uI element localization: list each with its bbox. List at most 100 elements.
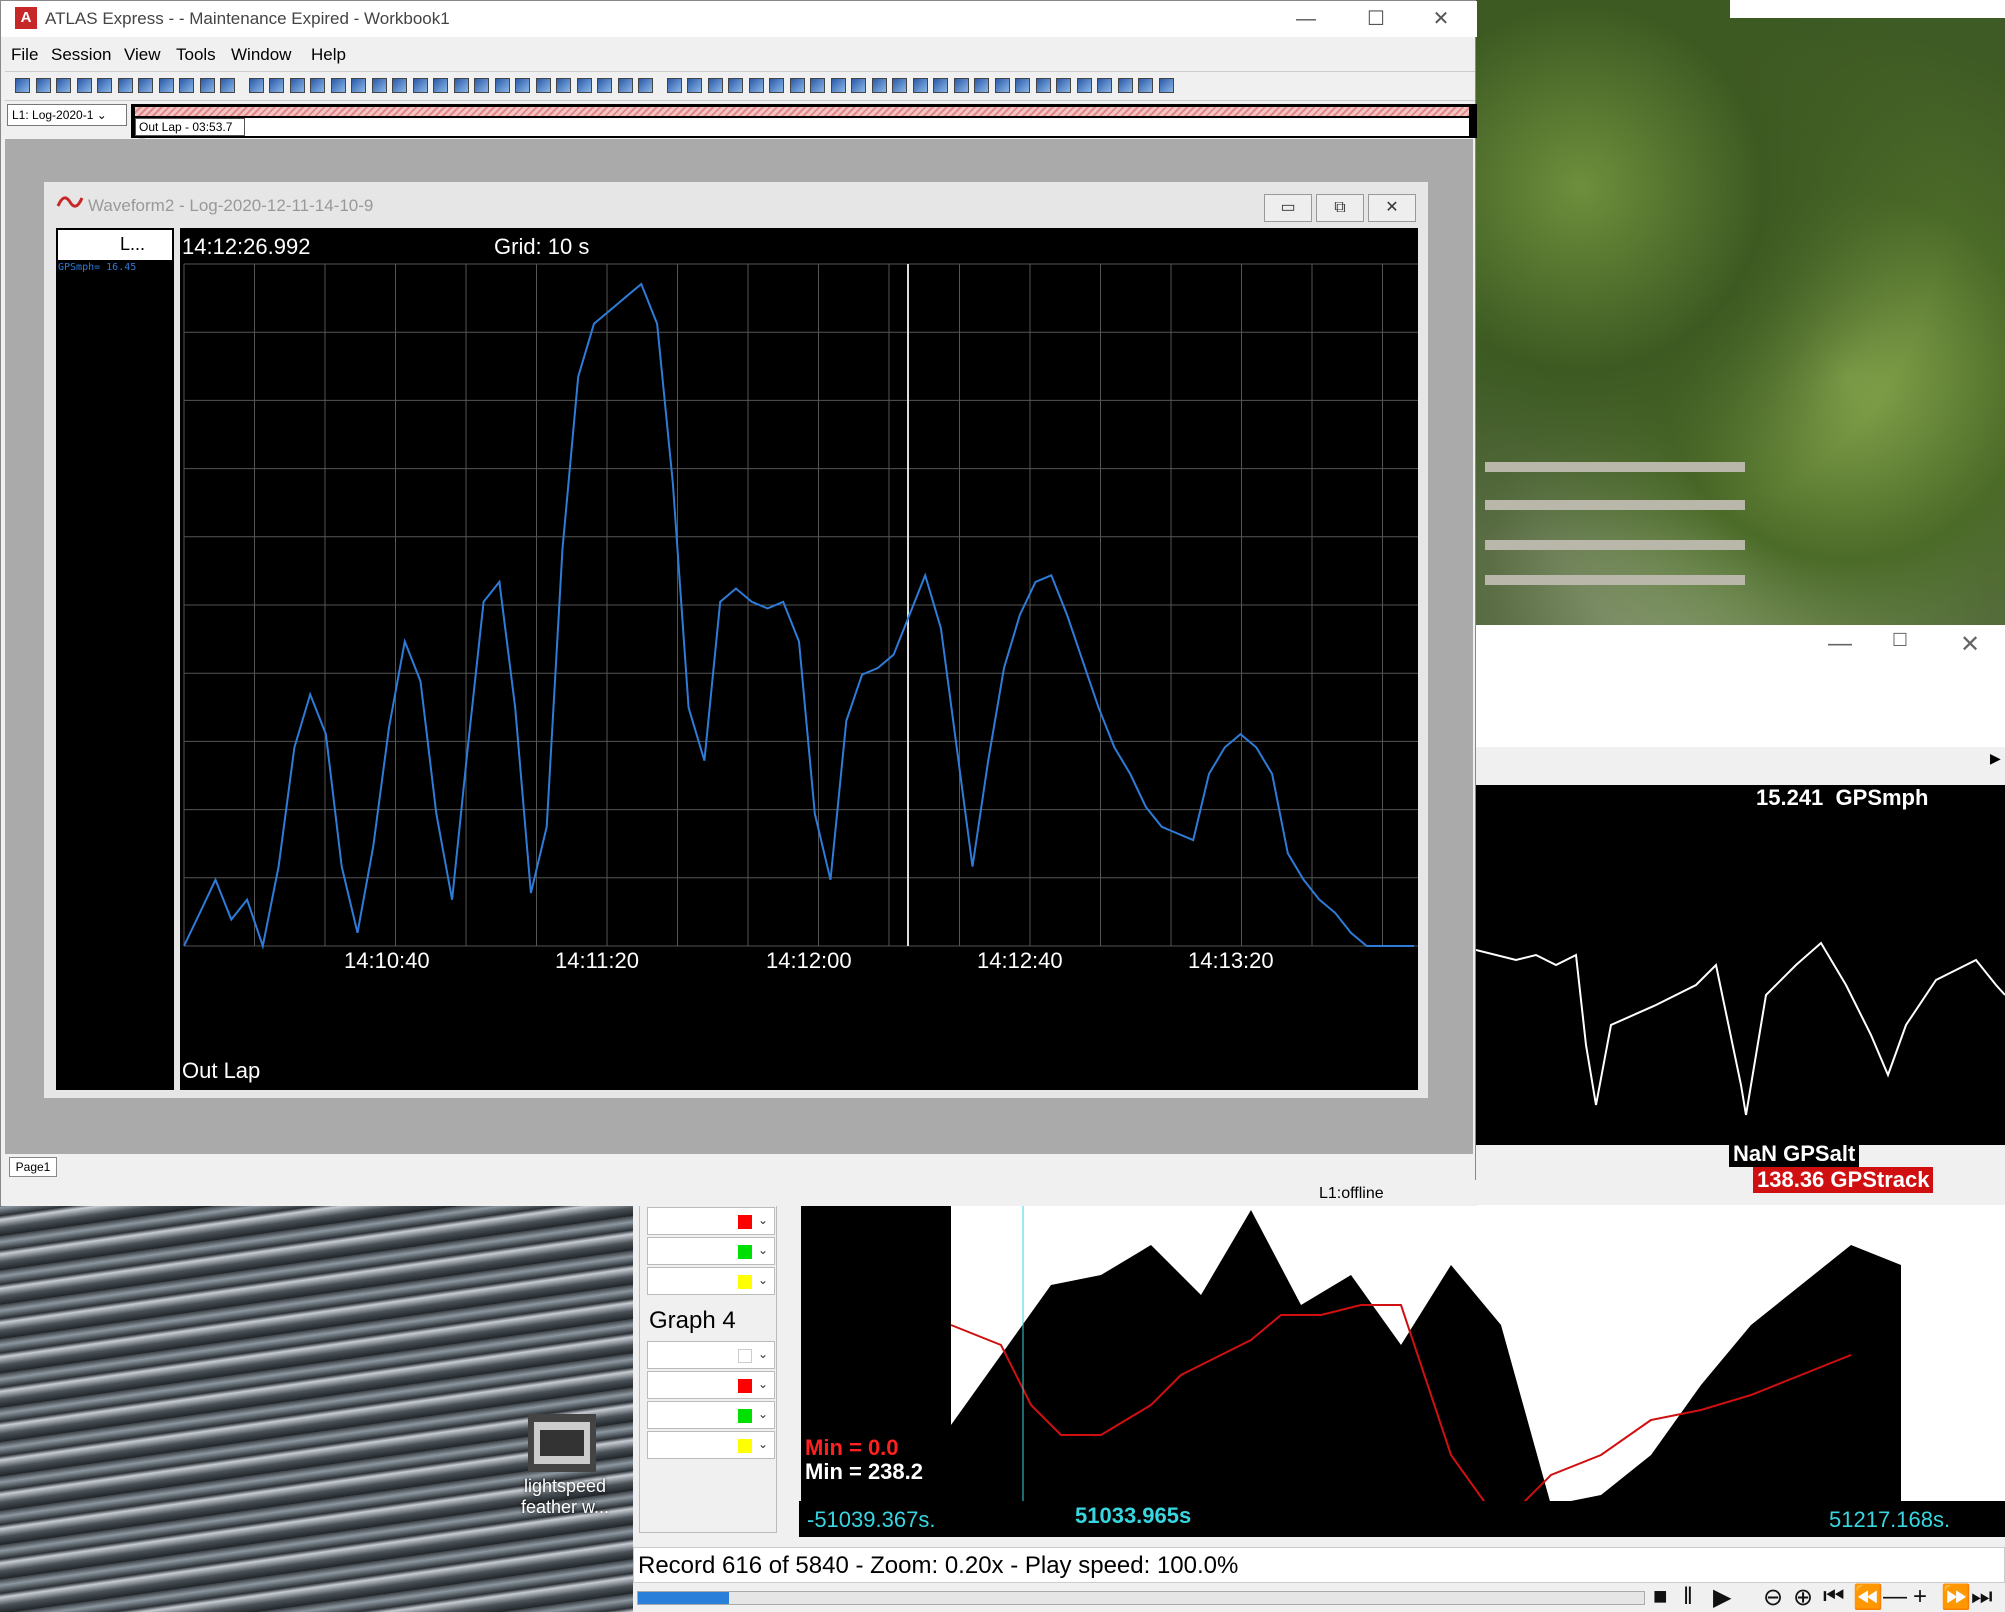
chevron-down-icon[interactable]: ⌄ (758, 1243, 768, 1257)
channel-row-red[interactable]: ⌄ (647, 1207, 775, 1235)
graph-close-button[interactable]: ✕ (1940, 630, 2000, 659)
graph-maximize-button[interactable]: ☐ (1870, 630, 1930, 651)
toolbar-icon-25[interactable] (535, 78, 551, 93)
toolbar-icon-6[interactable] (138, 78, 153, 93)
toolbar-icon-20[interactable] (433, 78, 448, 93)
toolbar-icon-15[interactable] (330, 78, 346, 93)
altitude-track-graph[interactable]: Min = 0.0 Min = 238.2 (801, 1205, 2005, 1529)
skip-end-button[interactable]: ⏭ (1971, 1583, 1993, 1611)
toolbar-icon-19[interactable] (412, 78, 428, 93)
toolbar-icon-23[interactable] (494, 78, 510, 93)
menu-session[interactable]: Session (51, 45, 111, 65)
toolbar-icon-50[interactable] (1056, 78, 1071, 93)
toolbar-icon-54[interactable] (1138, 78, 1153, 93)
lap-track[interactable]: Out Lap - 03:53.7 ▾ (131, 104, 1477, 148)
toolbar-icon-7[interactable] (158, 78, 174, 93)
stop-button[interactable]: ■ (1653, 1583, 1668, 1611)
play-button[interactable]: ▶ (1713, 1583, 1731, 1612)
waveform-minimize-button[interactable]: ▭ (1264, 194, 1312, 222)
toolbar-icon-12[interactable] (269, 78, 284, 93)
toolbar-icon-31[interactable] (666, 78, 682, 93)
fast-forward-button[interactable]: ⏩ (1941, 1583, 1971, 1612)
toolbar-icon-52[interactable] (1097, 78, 1112, 93)
toolbar-icon-38[interactable] (810, 78, 825, 93)
toolbar-icon-16[interactable] (351, 78, 366, 93)
menu-window[interactable]: Window (231, 45, 291, 65)
toolbar-icon-49[interactable] (1035, 78, 1051, 93)
expand-arrow-icon[interactable]: ▶ (1990, 750, 2001, 767)
waveform-plot[interactable]: 14:12:26.992 Grid: 10 s Out Lap 14:10:40… (180, 228, 1418, 1090)
chevron-down-icon[interactable]: ⌄ (758, 1213, 768, 1227)
toolbar-icon-2[interactable] (56, 78, 71, 93)
playback-progress[interactable] (637, 1591, 1645, 1605)
channel-row-yellow-2[interactable]: ⌄ (647, 1431, 775, 1459)
menu-tools[interactable]: Tools (176, 45, 216, 65)
channel-row-white[interactable]: ⌄ (647, 1341, 775, 1369)
toolbar-icon-1[interactable] (35, 78, 51, 93)
toolbar-icon-26[interactable] (556, 78, 571, 93)
toolbar-icon-3[interactable] (76, 78, 92, 93)
toolbar-icon-30[interactable] (638, 78, 653, 93)
lap-select[interactable]: Out Lap - 03:53.7 ▾ (135, 118, 245, 148)
toolbar-icon-10[interactable] (220, 78, 235, 93)
minimize-button[interactable]: — (1271, 1, 1341, 37)
lightspeed-file-icon[interactable] (528, 1414, 596, 1472)
legend-header[interactable]: L... (58, 230, 172, 260)
minus-button[interactable]: — (1883, 1583, 1907, 1611)
channel-row-red-2[interactable]: ⌄ (647, 1371, 775, 1399)
toolbar-icon-47[interactable] (994, 78, 1010, 93)
toolbar-icon-0[interactable] (15, 78, 30, 93)
waveform-window[interactable]: Waveform2 - Log-2020-12-11-14-10-9 ▭ ⧉ ✕… (43, 181, 1429, 1099)
toolbar-icon-42[interactable] (892, 78, 907, 93)
graph-minimize-button[interactable]: — (1810, 630, 1870, 658)
zoom-in-icon[interactable]: ⊕ (1793, 1583, 1813, 1612)
toolbar-icon-18[interactable] (392, 78, 407, 93)
toolbar-icon-46[interactable] (974, 78, 989, 93)
toolbar-icon-5[interactable] (117, 78, 133, 93)
close-button[interactable]: ✕ (1406, 1, 1476, 37)
toolbar-icon-55[interactable] (1158, 78, 1174, 93)
toolbar-icon-8[interactable] (179, 78, 194, 93)
toolbar-icon-17[interactable] (371, 78, 387, 93)
log-select[interactable]: L1: Log-2020-1 ⌄ (7, 104, 127, 126)
toolbar-icon-48[interactable] (1015, 78, 1030, 93)
toolbar-icon-35[interactable] (748, 78, 764, 93)
tab-page1[interactable]: Page1 (9, 1157, 57, 1177)
chevron-down-icon[interactable]: ⌄ (758, 1273, 768, 1287)
menu-view[interactable]: View (124, 45, 161, 65)
toolbar-icon-37[interactable] (789, 78, 805, 93)
toolbar-icon-13[interactable] (289, 78, 305, 93)
toolbar-icon-11[interactable] (248, 78, 264, 93)
toolbar-icon-41[interactable] (871, 78, 887, 93)
desktop-icon-label[interactable]: lightspeed feather w... (500, 1476, 630, 1518)
toolbar-icon-4[interactable] (97, 78, 112, 93)
chevron-down-icon[interactable]: ⌄ (758, 1347, 768, 1361)
plus-button[interactable]: + (1913, 1583, 1927, 1611)
chevron-down-icon[interactable]: ⌄ (758, 1437, 768, 1451)
toolbar-icon-40[interactable] (851, 78, 866, 93)
menu-help[interactable]: Help (311, 45, 346, 65)
toolbar-icon-53[interactable] (1117, 78, 1133, 93)
menu-file[interactable]: File (11, 45, 38, 65)
toolbar-icon-44[interactable] (933, 78, 948, 93)
toolbar-icon-39[interactable] (830, 78, 846, 93)
waveform-restore-button[interactable]: ⧉ (1316, 194, 1364, 222)
toolbar-icon-32[interactable] (687, 78, 702, 93)
zoom-out-icon[interactable]: ⊖ (1763, 1583, 1783, 1612)
toolbar-icon-43[interactable] (912, 78, 928, 93)
pause-button[interactable]: ‖ (1683, 1583, 1693, 1611)
toolbar-icon-36[interactable] (769, 78, 784, 93)
toolbar-icon-9[interactable] (199, 78, 215, 93)
channel-row-green[interactable]: ⌄ (647, 1237, 775, 1265)
toolbar-icon-34[interactable] (728, 78, 743, 93)
toolbar-icon-22[interactable] (474, 78, 489, 93)
toolbar-icon-29[interactable] (617, 78, 633, 93)
chevron-down-icon[interactable]: ⌄ (758, 1407, 768, 1421)
skip-start-button[interactable]: ⏮ (1823, 1583, 1845, 1611)
toolbar-icon-45[interactable] (953, 78, 969, 93)
toolbar-icon-28[interactable] (597, 78, 612, 93)
channel-row-green-2[interactable]: ⌄ (647, 1401, 775, 1429)
toolbar-icon-21[interactable] (453, 78, 469, 93)
toolbar-icon-14[interactable] (310, 78, 325, 93)
gpsmph-graph[interactable]: 15.241 GPSmph (1475, 785, 2005, 1145)
